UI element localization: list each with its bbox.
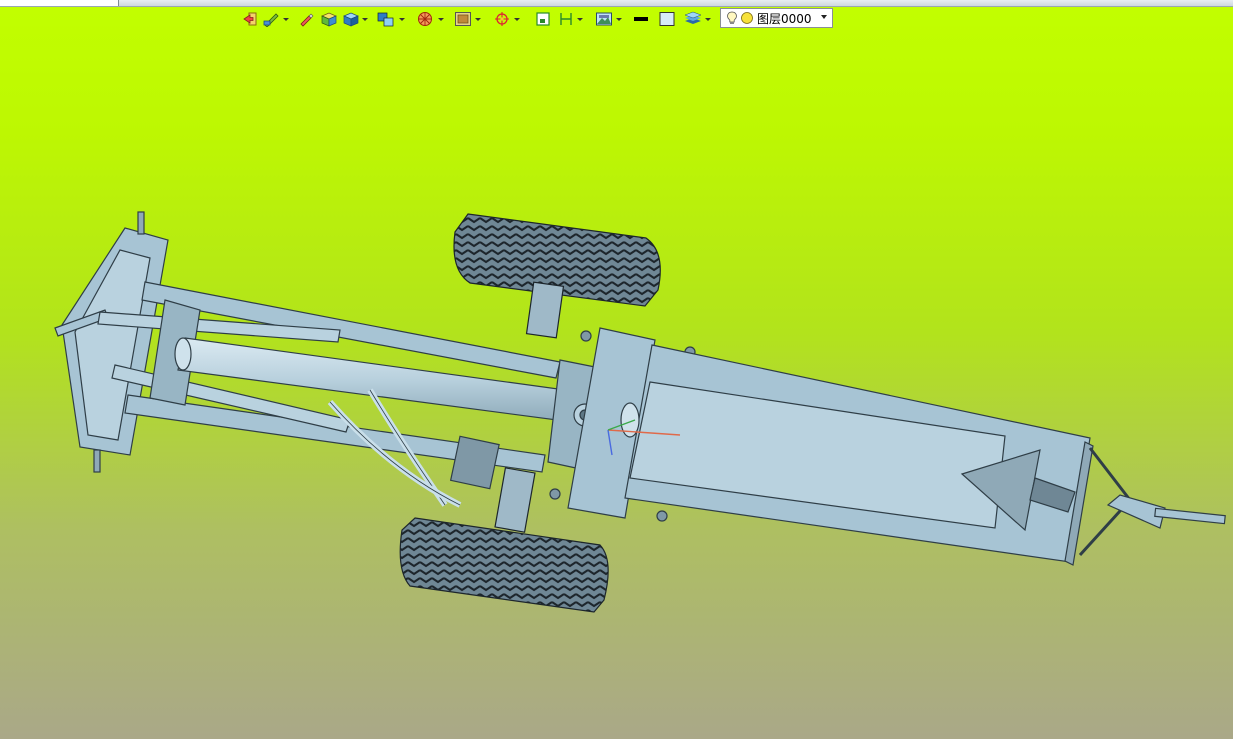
trailer-3d-model[interactable]: [0, 0, 1233, 739]
main-body-box[interactable]: [620, 344, 1094, 566]
upper-wheel[interactable]: [453, 213, 661, 339]
tow-hitch[interactable]: [1078, 447, 1226, 557]
3d-viewport[interactable]: 图层0000: [0, 0, 1233, 739]
